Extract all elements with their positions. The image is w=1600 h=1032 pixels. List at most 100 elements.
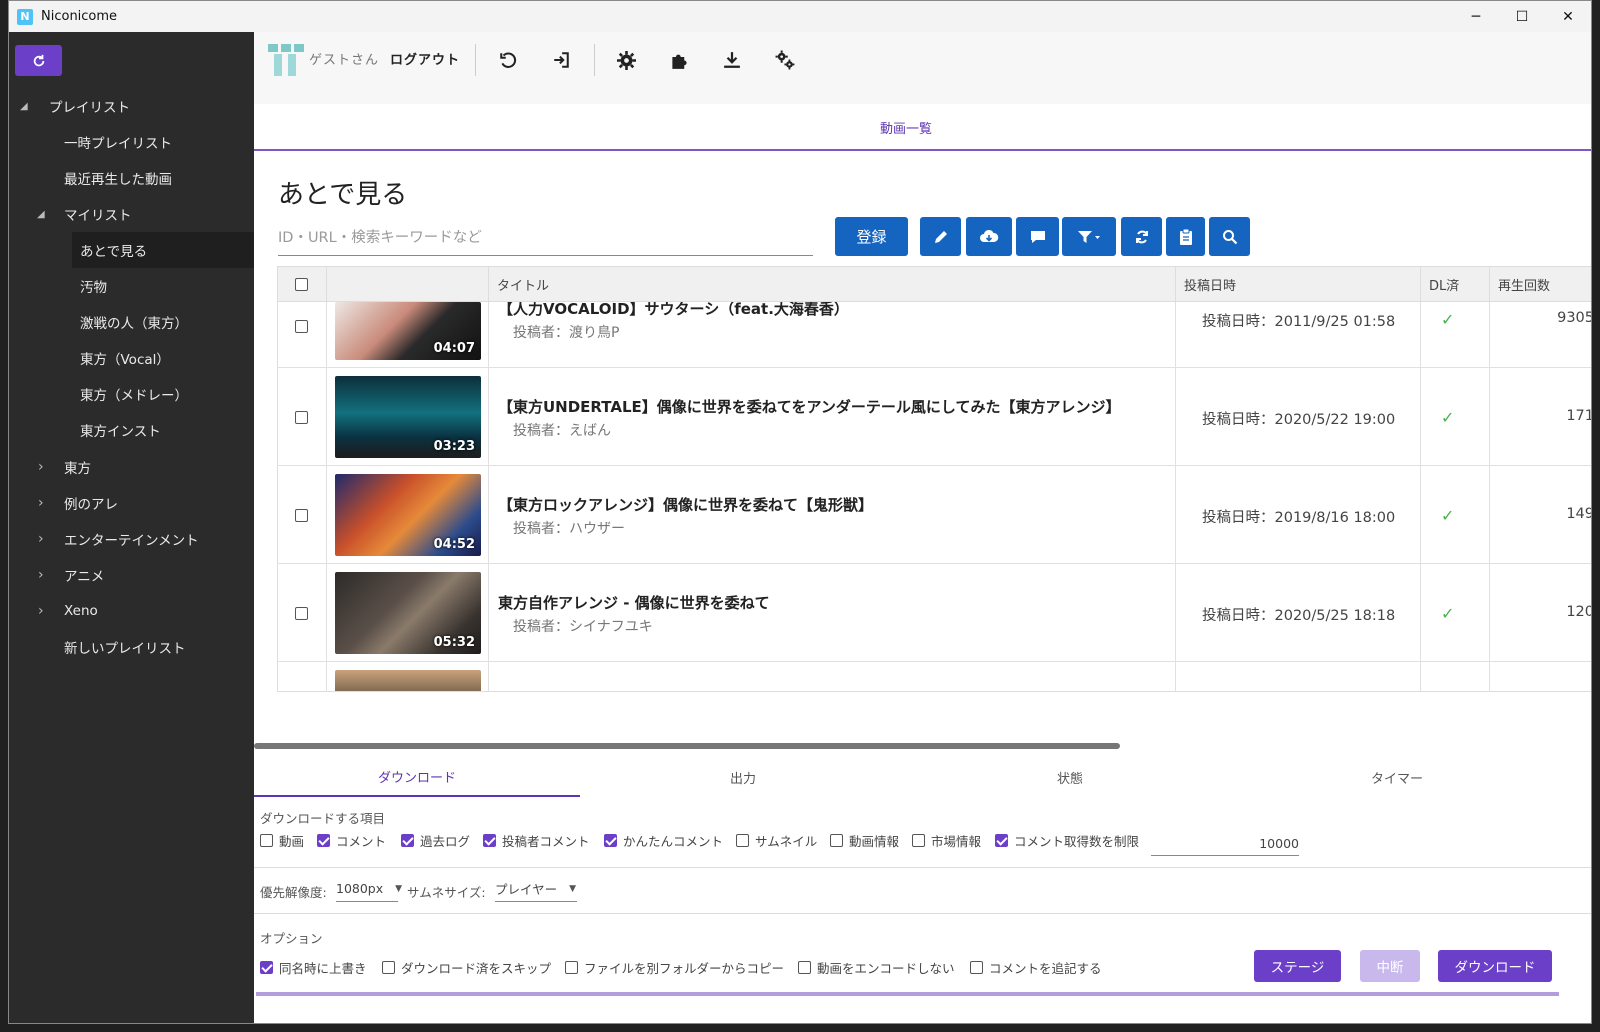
- undo-icon[interactable]: [494, 46, 522, 74]
- checkbox[interactable]: [382, 961, 395, 974]
- sign-out-icon[interactable]: [547, 46, 575, 74]
- checkbox[interactable]: [401, 834, 414, 847]
- expand-icon[interactable]: ›: [38, 603, 44, 619]
- sidebar-item-playlist[interactable]: 東方（Vocal）: [9, 340, 254, 376]
- checkbox[interactable]: [260, 961, 273, 974]
- checkbox[interactable]: [604, 834, 617, 847]
- option-checkbox[interactable]: コメントを追記する: [970, 958, 1102, 977]
- video-title[interactable]: 【東方UNDERTALE】偶像に世界を委ねてをアンダーテール風にしてみた【東方ア…: [498, 396, 1120, 417]
- sidebar-item-playlists[interactable]: ◢ プレイリスト: [9, 88, 254, 124]
- sidebar-item-watch-later[interactable]: あとで見る: [72, 232, 254, 268]
- expand-icon[interactable]: ›: [38, 459, 44, 475]
- checkbox[interactable]: [736, 834, 749, 847]
- tab-download[interactable]: ダウンロード: [254, 757, 580, 797]
- sidebar-item-new-playlist[interactable]: 新しいプレイリスト: [9, 629, 254, 665]
- row-checkbox[interactable]: [295, 320, 308, 333]
- close-button[interactable]: ✕: [1545, 1, 1591, 32]
- checkbox[interactable]: [970, 961, 983, 974]
- sidebar-item-playlist[interactable]: 汚物: [9, 268, 254, 304]
- table-row[interactable]: 04:52 【東方ロックアレンジ】偶像に世界を委ねて【鬼形獣】 投稿者：ハウザー…: [278, 466, 1591, 564]
- option-checkbox[interactable]: 動画情報: [830, 831, 899, 850]
- edit-button[interactable]: [920, 217, 961, 256]
- clipboard-button[interactable]: [1166, 217, 1205, 256]
- option-checkbox[interactable]: コメント: [317, 831, 386, 850]
- abort-button[interactable]: 中断: [1360, 950, 1420, 982]
- header-dl[interactable]: DL済: [1420, 267, 1489, 302]
- tab-timer[interactable]: タイマー: [1234, 757, 1560, 797]
- row-checkbox[interactable]: [295, 509, 308, 522]
- video-thumbnail[interactable]: 04:52: [335, 474, 481, 556]
- header-date[interactable]: 投稿日時: [1175, 267, 1420, 302]
- expand-icon[interactable]: ›: [38, 531, 44, 547]
- option-checkbox[interactable]: 同名時に上書き: [260, 958, 367, 977]
- gear-icon[interactable]: [612, 46, 640, 74]
- option-checkbox[interactable]: かんたんコメント: [604, 831, 723, 850]
- register-button[interactable]: 登録: [835, 217, 908, 256]
- option-checkbox[interactable]: 投稿者コメント: [483, 831, 590, 850]
- maximize-button[interactable]: ☐: [1499, 1, 1545, 32]
- option-checkbox[interactable]: ダウンロード済をスキップ: [382, 958, 551, 977]
- sidebar-item-temp-playlist[interactable]: 一時プレイリスト: [9, 124, 254, 160]
- select-all-checkbox[interactable]: [295, 278, 308, 291]
- video-thumbnail[interactable]: [335, 670, 481, 691]
- checkbox[interactable]: [317, 834, 330, 847]
- checkbox[interactable]: [912, 834, 925, 847]
- option-checkbox[interactable]: コメント取得数を制限: [995, 831, 1139, 850]
- sidebar-item-playlist[interactable]: 東方インスト: [9, 412, 254, 448]
- option-checkbox[interactable]: 過去ログ: [401, 831, 470, 850]
- video-title[interactable]: 【人力VOCALOID】サウターシ（feat.大海春香）: [498, 302, 849, 319]
- header-plays[interactable]: 再生回数: [1489, 267, 1591, 302]
- video-title[interactable]: 東方自作アレンジ - 偶像に世界を委ねて: [498, 592, 770, 613]
- header-title[interactable]: タイトル: [488, 267, 1175, 302]
- video-thumbnail[interactable]: 03:23: [335, 376, 481, 458]
- gears-icon[interactable]: [771, 46, 799, 74]
- search-button[interactable]: [1209, 217, 1250, 256]
- tab-status[interactable]: 状態: [907, 757, 1233, 797]
- checkbox[interactable]: [565, 961, 578, 974]
- filter-button[interactable]: [1062, 217, 1116, 256]
- comment-limit-input[interactable]: 10000: [1151, 830, 1299, 856]
- option-checkbox[interactable]: 動画: [260, 831, 304, 850]
- thumb-size-select[interactable]: プレイヤー ▼: [495, 876, 577, 902]
- resolution-select[interactable]: 1080px ▼: [336, 876, 402, 902]
- table-row[interactable]: [278, 662, 1591, 691]
- checkbox[interactable]: [830, 834, 843, 847]
- download-icon[interactable]: [718, 46, 746, 74]
- checkbox[interactable]: [483, 834, 496, 847]
- table-row[interactable]: 04:07 【人力VOCALOID】サウターシ（feat.大海春香） 投稿者：渡…: [278, 302, 1591, 368]
- stage-button[interactable]: ステージ: [1254, 950, 1341, 982]
- sidebar-item-recent[interactable]: 最近再生した動画: [9, 160, 254, 196]
- video-title[interactable]: 【東方ロックアレンジ】偶像に世界を委ねて【鬼形獣】: [498, 494, 873, 515]
- sidebar-item-mylist[interactable]: ◢ マイリスト: [9, 196, 254, 232]
- sidebar-item-playlist[interactable]: 激戦の人（東方）: [9, 304, 254, 340]
- puzzle-icon[interactable]: [665, 46, 693, 74]
- sidebar-item-reino-are[interactable]: › 例のアレ: [9, 485, 254, 521]
- cloud-download-button[interactable]: [966, 217, 1012, 256]
- comment-button[interactable]: [1016, 217, 1059, 256]
- expand-icon[interactable]: ›: [38, 567, 44, 583]
- video-thumbnail[interactable]: 05:32: [335, 572, 481, 654]
- checkbox[interactable]: [995, 834, 1008, 847]
- minimize-button[interactable]: ─: [1453, 1, 1499, 32]
- video-thumbnail[interactable]: 04:07: [335, 302, 481, 360]
- tab-output[interactable]: 出力: [580, 757, 906, 797]
- collapse-icon[interactable]: ◢: [20, 101, 28, 112]
- collapse-icon[interactable]: ◢: [37, 209, 45, 220]
- checkbox[interactable]: [798, 961, 811, 974]
- option-checkbox[interactable]: 市場情報: [912, 831, 981, 850]
- sidebar-item-entertainment[interactable]: › エンターテインメント: [9, 521, 254, 557]
- row-checkbox[interactable]: [295, 411, 308, 424]
- checkbox[interactable]: [260, 834, 273, 847]
- search-input[interactable]: [278, 220, 813, 256]
- sidebar-item-playlist[interactable]: 東方（メドレー）: [9, 376, 254, 412]
- sync-button[interactable]: [1121, 217, 1162, 256]
- logout-button[interactable]: ログアウト: [390, 49, 460, 68]
- sidebar-item-anime[interactable]: › アニメ: [9, 557, 254, 593]
- option-checkbox[interactable]: サムネイル: [736, 831, 817, 850]
- refresh-playlists-button[interactable]: [15, 45, 62, 76]
- table-row[interactable]: 03:23 【東方UNDERTALE】偶像に世界を委ねてをアンダーテール風にして…: [278, 368, 1591, 466]
- download-button[interactable]: ダウンロード: [1438, 950, 1552, 982]
- tab-video-list[interactable]: 動画一覧: [880, 118, 932, 137]
- sidebar-item-xeno[interactable]: › Xeno: [9, 593, 254, 629]
- expand-icon[interactable]: ›: [38, 495, 44, 511]
